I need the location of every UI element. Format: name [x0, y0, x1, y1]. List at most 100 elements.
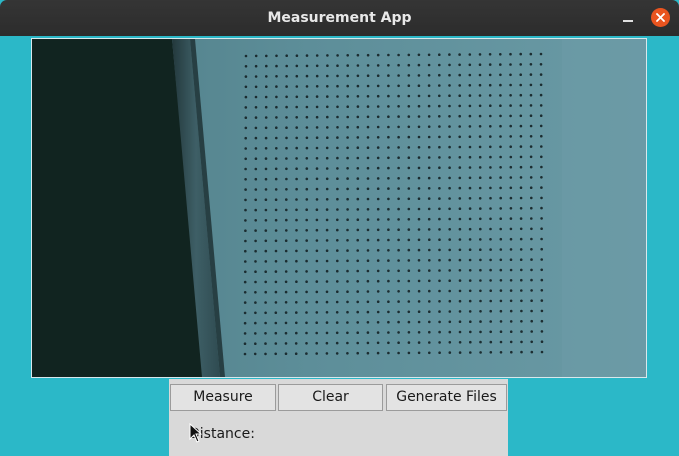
- grid-dot: [478, 53, 482, 56]
- grid-dot: [478, 197, 482, 200]
- grid-dot: [326, 136, 329, 139]
- close-button[interactable]: [651, 8, 670, 27]
- grid-dot: [417, 238, 421, 242]
- grid-dot: [274, 311, 278, 315]
- grid-dot: [356, 105, 360, 108]
- grid-dot: [295, 229, 298, 232]
- grid-dot: [519, 83, 522, 87]
- minimize-button[interactable]: [618, 8, 638, 28]
- grid-dot: [264, 188, 268, 191]
- grid-dot: [285, 188, 288, 191]
- grid-dot: [448, 135, 451, 139]
- grid-dot: [438, 176, 441, 180]
- grid-dot: [519, 227, 523, 231]
- generate-files-button[interactable]: Generate Files: [386, 384, 507, 411]
- grid-dot: [427, 187, 431, 190]
- grid-dot: [356, 208, 360, 211]
- grid-dot: [366, 125, 370, 129]
- grid-dot: [458, 207, 462, 210]
- grid-dot: [336, 136, 339, 139]
- grid-dot: [499, 248, 503, 251]
- grid-dot: [417, 351, 421, 355]
- grid-dot: [407, 310, 411, 314]
- grid-dot: [336, 259, 339, 263]
- grid-dot: [315, 311, 319, 314]
- grid-dot: [519, 207, 523, 210]
- grid-dot: [366, 238, 370, 242]
- grid-dot: [265, 75, 268, 78]
- measure-button[interactable]: Measure: [170, 384, 276, 411]
- grid-dot: [510, 350, 513, 354]
- grid-dot: [448, 310, 452, 313]
- grid-dot: [315, 187, 319, 191]
- grid-dot: [458, 258, 462, 262]
- grid-dot: [254, 85, 258, 89]
- grid-dot: [520, 350, 523, 354]
- grid-dot: [265, 54, 268, 58]
- grid-dot: [346, 290, 349, 293]
- grid-dot: [489, 104, 492, 107]
- grid-dot: [438, 320, 441, 324]
- grid-dot: [448, 238, 452, 241]
- grid-dot: [376, 207, 380, 211]
- grid-dot: [376, 115, 380, 119]
- grid-dot: [274, 249, 278, 253]
- grid-dot: [295, 239, 298, 242]
- grid-dot: [274, 229, 278, 232]
- grid-dot: [499, 289, 503, 292]
- grid-dot: [387, 187, 390, 190]
- grid-dot: [438, 84, 441, 87]
- grid-dot: [519, 248, 523, 251]
- grid-dot: [305, 311, 308, 314]
- grid-dot: [366, 321, 370, 324]
- grid-dot: [468, 63, 472, 67]
- grid-dot: [458, 279, 462, 282]
- grid-dot: [244, 157, 247, 161]
- grid-dot: [458, 166, 462, 169]
- grid-dot: [417, 135, 421, 139]
- grid-dot: [417, 207, 421, 211]
- grid-dot: [356, 259, 360, 263]
- grid-dot: [356, 351, 360, 355]
- grid-dot: [489, 258, 492, 262]
- grid-dot: [366, 64, 370, 67]
- grid-dot: [519, 258, 523, 261]
- grid-dot: [295, 259, 298, 263]
- grid-dot: [489, 176, 492, 179]
- grid-dot: [387, 300, 390, 304]
- grid-dot: [285, 95, 288, 99]
- grid-dot: [356, 125, 360, 129]
- grid-dot: [387, 341, 390, 345]
- grid-dot: [336, 187, 339, 191]
- grid-dot: [387, 156, 390, 160]
- grid-dot: [499, 124, 502, 128]
- grid-dot: [305, 198, 309, 201]
- grid-dot: [325, 187, 329, 191]
- grid-dot: [458, 320, 462, 324]
- grid-dot: [529, 104, 533, 107]
- grid-dot: [285, 116, 288, 119]
- grid-dot: [315, 136, 319, 139]
- clear-button[interactable]: Clear: [278, 384, 383, 411]
- grid-dot: [397, 279, 400, 283]
- grid-dot: [346, 136, 349, 139]
- grid-dot: [356, 136, 360, 139]
- grid-dot: [438, 269, 441, 272]
- grid-dot: [275, 64, 278, 68]
- grid-dot: [244, 167, 247, 171]
- grid-dot: [438, 351, 441, 355]
- grid-dot: [530, 206, 533, 210]
- grid-dot: [295, 270, 298, 273]
- grid-dot: [366, 156, 370, 160]
- grid-dot: [448, 186, 451, 190]
- grid-dot: [274, 280, 278, 284]
- grid-dot: [335, 300, 339, 304]
- grid-dot: [346, 259, 349, 263]
- grid-dot: [509, 279, 513, 282]
- grid-dot: [448, 289, 452, 293]
- grid-dot: [428, 269, 431, 272]
- camera-preview[interactable]: [31, 38, 647, 378]
- grid-dot: [509, 320, 513, 323]
- grid-dot: [264, 332, 267, 335]
- grid-dot: [254, 311, 257, 315]
